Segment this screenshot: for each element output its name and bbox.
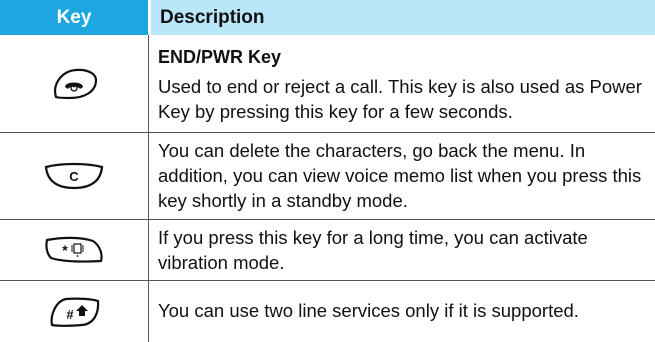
row-description: END/PWR Key Used to end or reject a call… bbox=[158, 45, 655, 124]
hash-line-key-icon: # bbox=[0, 281, 148, 342]
header-key: Key bbox=[0, 0, 148, 35]
key-text: You can delete the characters, go back t… bbox=[158, 140, 642, 211]
key-text: You can use two line services only if it… bbox=[158, 300, 579, 321]
table-row: # You can use two line services only if … bbox=[0, 281, 655, 342]
svg-text:*: * bbox=[62, 242, 68, 258]
table-header: Key Description bbox=[0, 0, 655, 35]
table-row: * If you press this key for a long time,… bbox=[0, 220, 655, 280]
key-title: END/PWR Key bbox=[158, 47, 282, 67]
clear-key-label: C bbox=[69, 169, 79, 184]
table-row: C You can delete the characters, go back… bbox=[0, 133, 655, 219]
key-text: Used to end or reject a call. This key i… bbox=[158, 76, 642, 122]
clear-key-icon: C bbox=[0, 133, 148, 219]
row-description: You can delete the characters, go back t… bbox=[158, 138, 655, 213]
row-description: You can use two line services only if it… bbox=[158, 298, 655, 323]
star-vibrate-key-icon: * bbox=[0, 220, 148, 280]
row-description: If you press this key for a long time, y… bbox=[158, 225, 655, 275]
end-power-key-icon bbox=[0, 35, 148, 132]
key-text: If you press this key for a long time, y… bbox=[158, 227, 588, 273]
table-row: END/PWR Key Used to end or reject a call… bbox=[0, 35, 655, 132]
header-description: Description bbox=[151, 0, 655, 35]
svg-text:#: # bbox=[66, 307, 74, 322]
